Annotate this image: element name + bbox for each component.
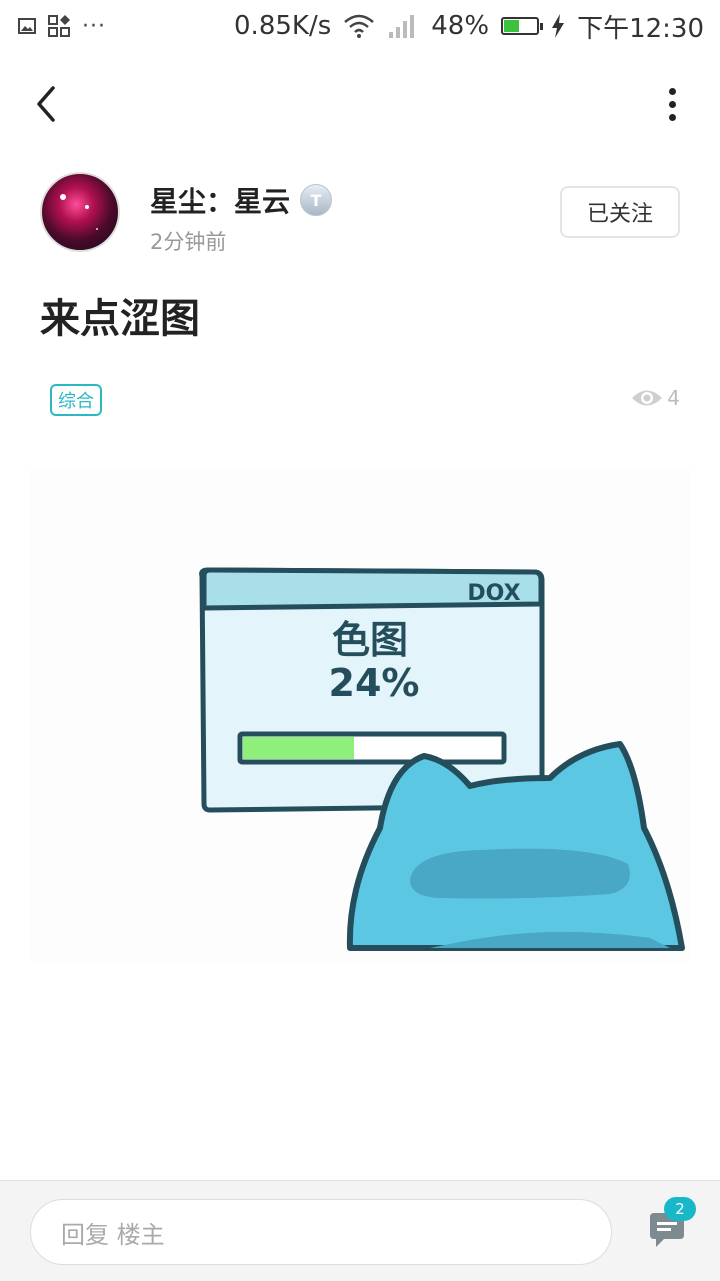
signal-icon: [389, 15, 415, 38]
category-tag[interactable]: 综合: [50, 384, 102, 416]
network-speed: 0.85K/s: [234, 11, 332, 41]
view-count-value: 4: [667, 386, 680, 410]
chevron-left-icon: [37, 86, 55, 122]
post-time: 2分钟前: [150, 230, 227, 254]
window-label: DOX: [467, 581, 520, 606]
author-name[interactable]: 星尘：星云: [150, 180, 290, 220]
follow-button[interactable]: 已关注: [560, 186, 680, 238]
meme-illustration: DOX 色图 24%: [199, 567, 685, 951]
view-count: 4: [631, 386, 680, 410]
more-vertical-icon: [668, 87, 676, 95]
battery-icon: [501, 17, 544, 35]
window-text-line1: 色图: [332, 618, 408, 662]
author-header: 星尘：星云 T 2分钟前 已关注: [40, 172, 680, 256]
clock: 下午12:30: [577, 13, 704, 44]
top-nav-bar: [0, 68, 720, 140]
apps-notification-icon: [48, 15, 70, 37]
author-name-row: 星尘：星云 T: [150, 180, 333, 220]
charging-icon: [552, 14, 565, 38]
reply-bar: 回复 楼主: [0, 1180, 720, 1281]
post-title: 来点涩图: [40, 296, 200, 342]
wifi-icon: [344, 14, 375, 38]
post-image[interactable]: DOX 色图 24%: [30, 468, 690, 962]
more-options-button[interactable]: [660, 80, 684, 128]
battery-percent: 48%: [431, 11, 490, 41]
gallery-notification-icon: [18, 18, 36, 34]
status-bar: ··· 0.85K/s 48% 下午12:30: [0, 0, 720, 52]
comment-count-badge: 2: [664, 1197, 696, 1221]
back-button[interactable]: [22, 80, 70, 128]
battery-level-fill: [504, 20, 520, 32]
more-notifications-indicator: ···: [82, 13, 106, 39]
reply-input[interactable]: 回复 楼主: [30, 1199, 612, 1265]
progress-fill: [243, 737, 354, 759]
level-badge: T: [300, 184, 333, 216]
window-text-line2: 24%: [329, 661, 420, 705]
eye-icon: [632, 390, 663, 406]
avatar[interactable]: [40, 172, 120, 252]
post-meta: 综合 4: [50, 384, 680, 418]
